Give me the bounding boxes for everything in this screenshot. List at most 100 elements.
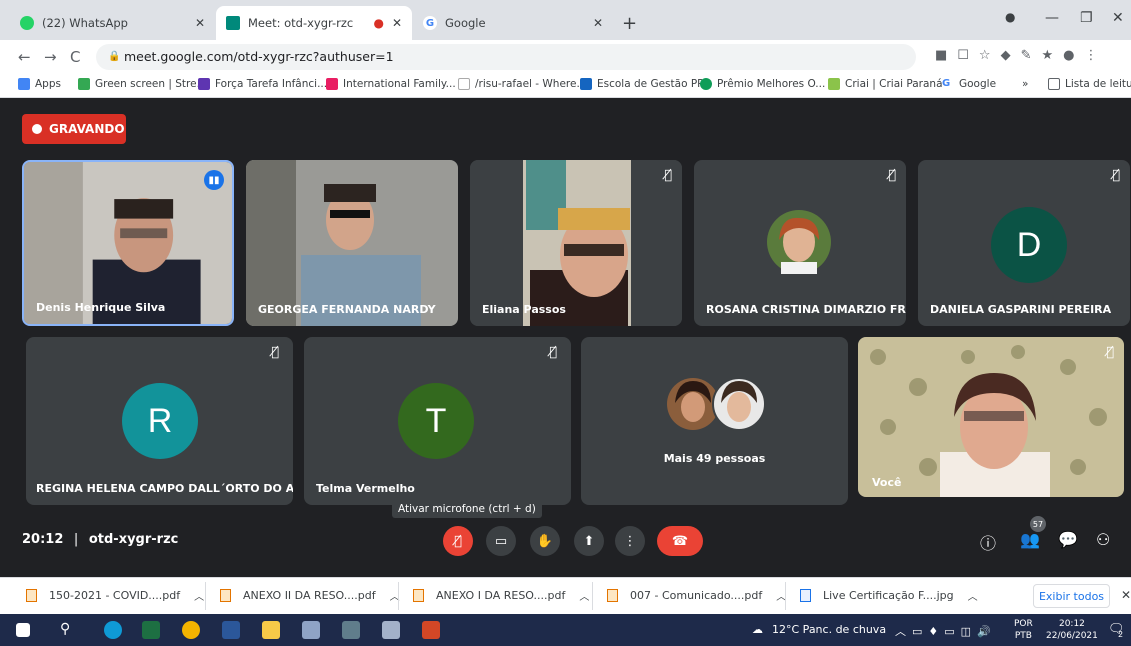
- close-window-button[interactable]: ✕: [1112, 10, 1124, 26]
- participant-name: GEORGEA FERNANDA NARDY: [258, 303, 436, 316]
- word-icon[interactable]: [222, 621, 240, 639]
- participant-video: [470, 160, 682, 326]
- meeting-time: 20:12: [22, 532, 64, 547]
- chat-icon[interactable]: 💬: [1058, 530, 1078, 549]
- paint-icon[interactable]: [382, 621, 400, 639]
- calculator-icon[interactable]: [342, 621, 360, 639]
- participant-name: DANIELA GASPARINI PEREIRA: [930, 303, 1112, 316]
- more-vert-icon: ⋮: [623, 533, 637, 549]
- divider: [205, 582, 206, 610]
- bookmark-item[interactable]: Escola de Gestão PR: [580, 78, 704, 90]
- bookmark-icon: [700, 78, 712, 90]
- bookmark-icon: [326, 78, 338, 90]
- participant-tile[interactable]: ▮▮ Denis Henrique Silva: [22, 160, 234, 326]
- bookmark-item[interactable]: Prêmio Melhores O...: [700, 78, 825, 90]
- bookmarks-bar: Apps Green screen | Stre... Força Tarefa…: [0, 74, 1131, 98]
- bookmark-label: Apps: [35, 78, 61, 90]
- more-bookmarks-button[interactable]: »: [1022, 78, 1028, 90]
- chevron-up-icon[interactable]: ︿: [194, 588, 204, 603]
- close-icon[interactable]: ✕: [195, 16, 205, 30]
- url-field[interactable]: 🔒 meet.google.com/otd-xygr-rzc?authuser=…: [96, 44, 916, 70]
- present-screen-button[interactable]: ⬆: [574, 526, 604, 556]
- download-item[interactable]: 150-2021 - COVID....pdf ︿: [26, 588, 204, 603]
- meeting-details-icon[interactable]: ⓘ: [980, 530, 996, 554]
- search-icon[interactable]: ⚲: [60, 621, 70, 637]
- bookmark-item[interactable]: /risu-rafael - Where...: [458, 78, 586, 90]
- bookmark-item[interactable]: Criai | Criai Paraná: [828, 78, 943, 90]
- pdf-file-icon: [26, 589, 37, 602]
- chevron-up-icon[interactable]: ︿: [579, 588, 589, 603]
- new-tab-button[interactable]: +: [622, 13, 637, 34]
- download-item[interactable]: Live Certificação F....jpg ︿: [800, 588, 978, 603]
- minimize-button[interactable]: —: [1045, 10, 1059, 26]
- self-view-tile[interactable]: 🎙̸ Você: [858, 337, 1124, 497]
- close-icon[interactable]: ✕: [593, 16, 603, 30]
- tab-google[interactable]: G Google ✕: [413, 6, 613, 40]
- forward-icon[interactable]: →: [44, 48, 57, 66]
- participant-tile[interactable]: R 🎙̸ REGINA HELENA CAMPO DALL´ORTO DO A.…: [26, 337, 293, 505]
- system-tray-icons[interactable]: ︿▭♦▭◫🔊: [895, 623, 997, 639]
- bookmark-google[interactable]: G Google: [942, 78, 996, 90]
- tab-title: Meet: otd-xygr-rzc: [248, 16, 354, 30]
- participant-tile[interactable]: T 🎙̸ Telma Vermelho: [304, 337, 571, 505]
- lock-icon: 🔒: [108, 51, 121, 62]
- reload-icon[interactable]: C: [70, 48, 80, 66]
- leave-call-button[interactable]: ☎: [657, 526, 703, 556]
- bookmark-item[interactable]: Green screen | Stre...: [78, 78, 207, 90]
- raise-hand-button[interactable]: ✋: [530, 526, 560, 556]
- keyboard-layout: PTB: [1014, 631, 1032, 641]
- bookmark-item[interactable]: Força Tarefa Infânci...: [198, 78, 327, 90]
- mic-off-icon: 🎙̸: [271, 345, 279, 360]
- bookmark-item[interactable]: International Family...: [326, 78, 456, 90]
- camera-toggle-button[interactable]: ▭: [486, 526, 516, 556]
- mic-off-icon: 🎙̸: [549, 345, 557, 360]
- weather-text[interactable]: 12°C Panc. de chuva: [772, 623, 886, 636]
- recording-badge: GRAVANDO: [22, 114, 126, 144]
- app-icon[interactable]: [302, 621, 320, 639]
- chevron-up-icon[interactable]: ︿: [968, 588, 978, 603]
- excel-icon[interactable]: [142, 621, 160, 639]
- reading-list-icon: [1048, 78, 1060, 90]
- participant-tile[interactable]: 🎙̸ Eliana Passos: [470, 160, 682, 326]
- tab-whatsapp[interactable]: (22) WhatsApp ✕: [10, 6, 215, 40]
- close-icon[interactable]: ✕: [392, 16, 402, 30]
- bookmark-apps[interactable]: Apps: [18, 78, 61, 90]
- people-icon[interactable]: 👥: [1020, 530, 1040, 549]
- download-item[interactable]: ANEXO II DA RESO....pdf ︿: [220, 588, 400, 603]
- mic-off-icon: 🎙̸: [664, 168, 672, 183]
- divider: [592, 582, 593, 610]
- profile-icon[interactable]: ●: [1005, 10, 1015, 24]
- more-participants-tile[interactable]: Mais 49 pessoas: [581, 337, 848, 505]
- weather-icon[interactable]: ☁: [752, 623, 763, 636]
- show-all-downloads-button[interactable]: Exibir todos: [1033, 584, 1110, 608]
- download-item[interactable]: ANEXO I DA RESO....pdf ︿: [413, 588, 589, 603]
- download-filename: 007 - Comunicado....pdf: [630, 589, 763, 602]
- more-options-button[interactable]: ⋮: [615, 526, 645, 556]
- bookmark-label: /risu-rafael - Where...: [475, 78, 587, 90]
- language-indicator[interactable]: POR PTB: [1014, 618, 1033, 642]
- wikipedia-icon: [458, 78, 470, 90]
- close-downloads-icon[interactable]: ✕: [1121, 588, 1131, 602]
- extension-icons[interactable]: ■☐☆◆✎★●⋮: [935, 48, 1107, 63]
- microphone-toggle-button[interactable]: 🎙̸: [443, 526, 473, 556]
- language-code: POR: [1014, 619, 1033, 629]
- tab-meet[interactable]: Meet: otd-xygr-rzc ● ✕: [216, 6, 412, 40]
- participant-name: Telma Vermelho: [316, 482, 415, 495]
- participant-tile[interactable]: GEORGEA FERNANDA NARDY: [246, 160, 458, 326]
- camera-icon: ▭: [494, 533, 508, 549]
- download-item[interactable]: 007 - Comunicado....pdf ︿: [607, 588, 786, 603]
- reading-list-button[interactable]: Lista de leitura: [1048, 78, 1131, 90]
- participant-tile[interactable]: 🎙̸ ROSANA CRISTINA DIMARZIO FR...: [694, 160, 906, 326]
- chrome-icon[interactable]: [182, 621, 200, 639]
- maximize-button[interactable]: ❐: [1080, 10, 1093, 26]
- back-icon[interactable]: ←: [18, 48, 31, 66]
- powerpoint-icon[interactable]: [422, 621, 440, 639]
- bookmark-icon: [828, 78, 840, 90]
- participant-tile[interactable]: D 🎙̸ DANIELA GASPARINI PEREIRA: [918, 160, 1130, 326]
- clock[interactable]: 20:12 22/06/2021: [1046, 618, 1098, 642]
- participant-name: Denis Henrique Silva: [36, 301, 166, 314]
- edge-icon[interactable]: [104, 621, 122, 639]
- windows-start-icon[interactable]: [16, 623, 30, 637]
- activities-icon[interactable]: ⚇: [1096, 530, 1110, 549]
- file-explorer-icon[interactable]: [262, 621, 280, 639]
